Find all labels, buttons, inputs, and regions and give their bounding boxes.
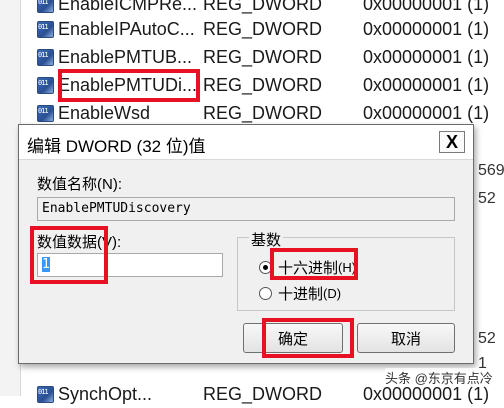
registry-row-type: REG_DWORD [203,0,323,14]
value-name-label: 数值名称(N): [37,176,122,193]
partial-text: 569 [478,162,504,179]
registry-row[interactable]: EnablePMTUB... REG_DWORD 0x00000001 (1) [36,43,504,71]
registry-row-name: EnableWsd [58,102,151,123]
registry-row-data: 0x00000001 (1) [363,18,490,39]
close-icon: X [445,131,458,152]
radio-button[interactable] [259,287,272,300]
reg-dword-icon [36,20,54,38]
highlight-box-hex [270,248,358,280]
radio-decimal[interactable]: 十进制 (D) [259,283,341,304]
registry-row-name: SynchOpt... [58,383,153,404]
registry-row-name: EnableICMPRe... [58,0,198,14]
radio-decimal-shortcut: (D) [323,286,342,301]
base-label: 基数 [249,229,284,250]
registry-row-type: REG_DWORD [203,46,323,67]
registry-row-type: REG_DWORD [203,102,323,123]
close-button[interactable]: X [439,131,465,153]
registry-row-data: 0x00000001 (1) [363,0,490,14]
registry-row-data: 0x00000001 (1) [363,74,490,95]
highlight-box-value-name [58,69,200,102]
highlight-box-value-data [30,226,108,284]
highlight-box-ok [262,318,354,358]
registry-row-data: 0x00000001 (1) [363,102,490,123]
registry-row-data: 0x00000001 (1) [363,46,490,67]
partial-text: 52 [478,190,496,207]
reg-dword-icon [36,76,54,94]
partial-text: 52 [478,330,496,347]
reg-dword-icon [36,385,54,403]
registry-row-name: EnablePMTUB... [58,46,193,67]
registry-row[interactable]: EnableIPAutoC... REG_DWORD 0x00000001 (1… [36,15,504,43]
cancel-button[interactable]: 取消 [357,323,455,353]
watermark-text: 头条 @东京有点冷 [385,368,493,387]
reg-dword-icon [36,104,54,122]
reg-dword-icon [36,0,54,13]
registry-row-name: EnableIPAutoC... [58,18,195,39]
registry-row-type: REG_DWORD [203,18,323,39]
registry-row[interactable]: EnableWsd REG_DWORD 0x00000001 (1) [36,99,504,127]
dialog-titlebar[interactable]: 编辑 DWORD (32 位)值 X [19,125,473,160]
registry-row-type: REG_DWORD [203,74,323,95]
registry-row-type: REG_DWORD [203,383,323,404]
reg-dword-icon [36,48,54,66]
dialog-title: 编辑 DWORD (32 位)值 [27,137,206,156]
radio-decimal-label: 十进制 [278,286,324,303]
value-name-field[interactable]: EnablePMTUDiscovery [37,197,455,221]
